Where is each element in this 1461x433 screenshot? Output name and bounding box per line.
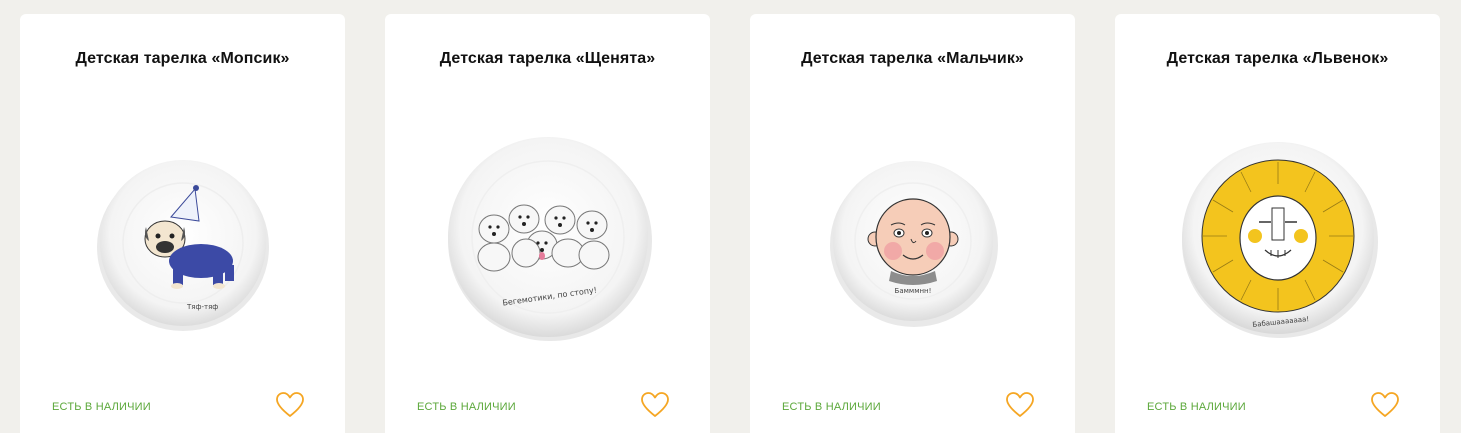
- product-title[interactable]: Детская тарелка «Львенок»: [1115, 50, 1440, 68]
- stock-status: ЕСТЬ В НАЛИЧИИ: [417, 401, 516, 413]
- favorite-button[interactable]: [1005, 391, 1035, 419]
- pug-plate-icon: Тяф-тяф: [96, 160, 269, 331]
- plate-caption: Тяф-тяф: [186, 303, 218, 311]
- heart-outline-icon: [641, 392, 669, 417]
- stock-status: ЕСТЬ В НАЛИЧИИ: [52, 401, 151, 413]
- puppies-plate-icon: Бегемотики, по стопу!: [447, 137, 652, 341]
- product-image[interactable]: Тяф-тяф: [20, 99, 345, 379]
- product-card[interactable]: Детская тарелка «Мопсик» Тяф-тяф ЕСТЬ В …: [20, 14, 345, 433]
- product-grid: Детская тарелка «Мопсик» Тяф-тяф ЕСТЬ В …: [20, 14, 1440, 433]
- boy-plate-icon: Бамммнн!: [829, 161, 998, 327]
- favorite-button[interactable]: [275, 391, 305, 419]
- product-title[interactable]: Детская тарелка «Мальчик»: [750, 50, 1075, 68]
- stock-status: ЕСТЬ В НАЛИЧИИ: [1147, 401, 1246, 413]
- product-title[interactable]: Детская тарелка «Щенята»: [385, 50, 710, 68]
- product-card[interactable]: Детская тарелка «Мальчик» Бамммнн! ЕСТЬ …: [750, 14, 1075, 433]
- heart-outline-icon: [276, 392, 304, 417]
- product-image[interactable]: Бабашааааааа!: [1115, 99, 1440, 379]
- stock-status: ЕСТЬ В НАЛИЧИИ: [782, 401, 881, 413]
- heart-outline-icon: [1006, 392, 1034, 417]
- product-card[interactable]: Детская тарелка «Львенок» Бабашааааааа! …: [1115, 14, 1440, 433]
- lion-plate-icon: Бабашааааааа!: [1181, 142, 1378, 338]
- favorite-button[interactable]: [640, 391, 670, 419]
- product-image[interactable]: Бамммнн!: [750, 99, 1075, 379]
- heart-outline-icon: [1371, 392, 1399, 417]
- product-title[interactable]: Детская тарелка «Мопсик»: [20, 50, 345, 68]
- plate-caption: Бамммнн!: [894, 287, 931, 295]
- product-card[interactable]: Детская тарелка «Щенята» Бегемотики, по …: [385, 14, 710, 433]
- favorite-button[interactable]: [1370, 391, 1400, 419]
- product-image[interactable]: Бегемотики, по стопу!: [385, 99, 710, 379]
